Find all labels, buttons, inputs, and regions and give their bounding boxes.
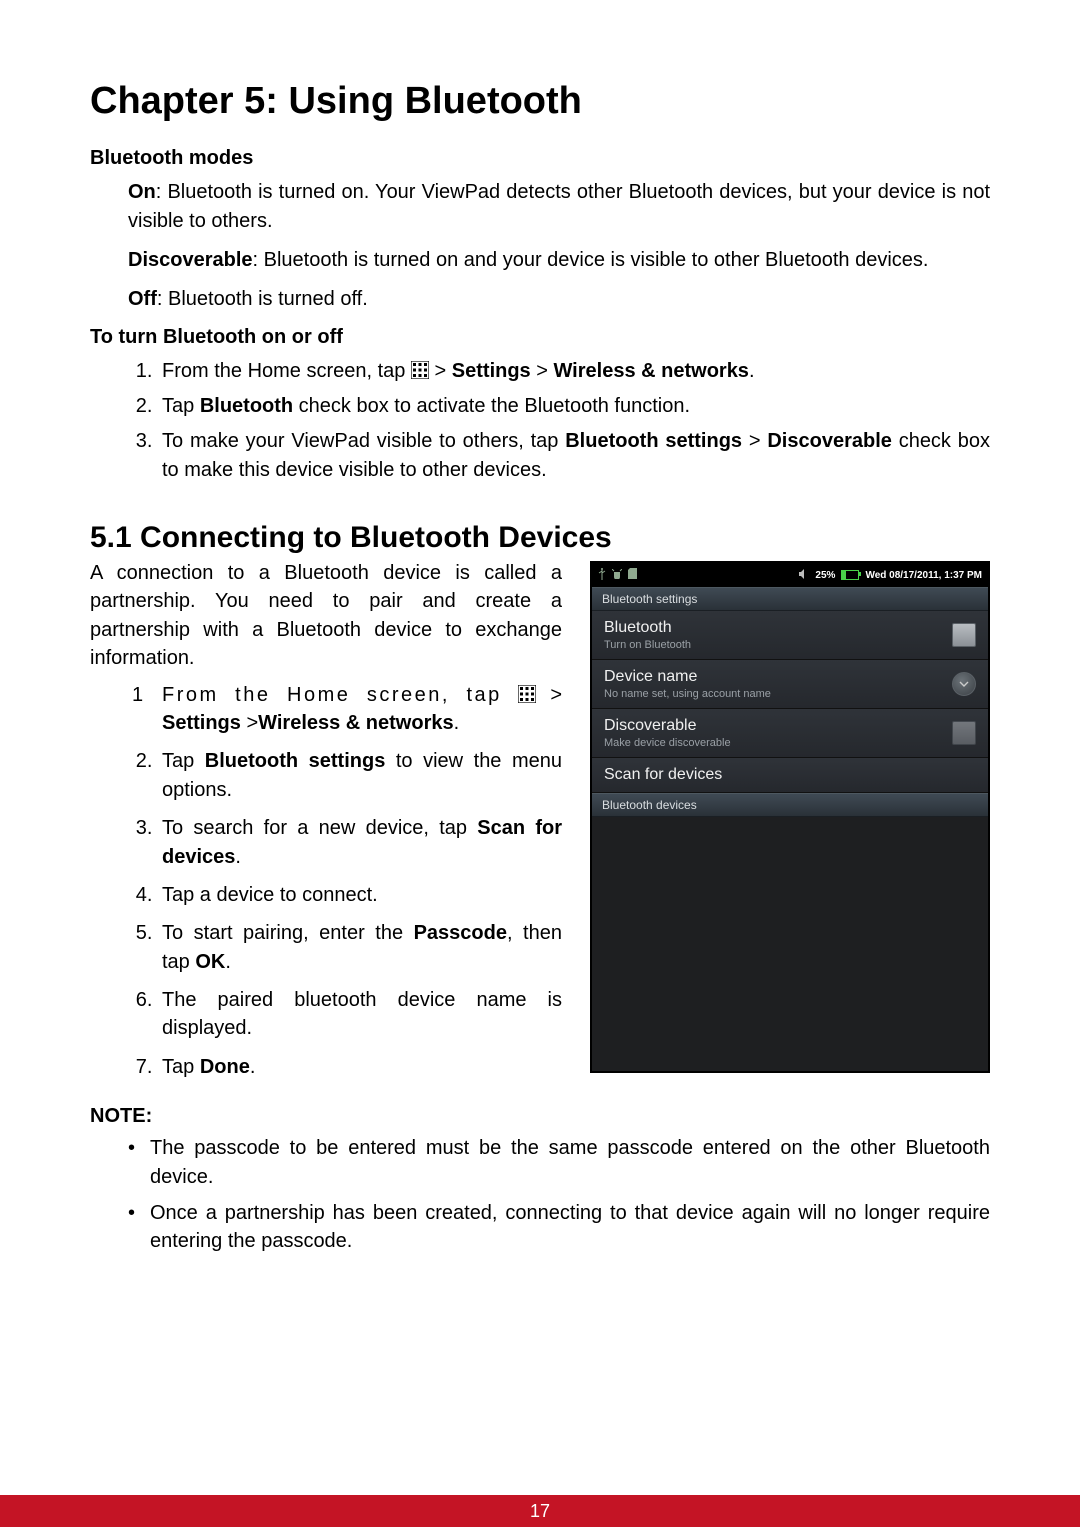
connect-step-1: 1 From the Home screen, tap > Settings >… (158, 681, 562, 738)
bluetooth-modes-block: On: Bluetooth is turned on. Your ViewPad… (128, 178, 990, 314)
section-5-1-title: 5.1 Connecting to Bluetooth Devices (90, 521, 990, 555)
connect-step-3: To search for a new device, tap Scan for… (158, 814, 562, 871)
toggle-step-1-sep1: > (429, 360, 452, 382)
usb-icon (598, 568, 606, 583)
mode-discoverable-text: : Bluetooth is turned on and your device… (253, 249, 929, 271)
bluetooth-settings-screenshot: 25% Wed 08/17/2011, 1:37 PM Bluetooth se… (590, 561, 990, 1073)
bt-row-discoverable-title: Discoverable (604, 717, 731, 735)
chapter-title: Chapter 5: Using Bluetooth (90, 80, 990, 123)
toggle-step-3-b1: Bluetooth settings (565, 430, 742, 452)
note-label-text: NOTE (90, 1105, 146, 1127)
connect-step-3-pre: To search for a new device, tap (162, 817, 477, 839)
status-bar: 25% Wed 08/17/2011, 1:37 PM (592, 563, 988, 587)
bt-row-devicename-sub: No name set, using account name (604, 688, 771, 700)
connect-step-1-b1: Settings (162, 712, 241, 734)
connect-intro: A connection to a Bluetooth device is ca… (90, 559, 562, 673)
status-datetime: Wed 08/17/2011, 1:37 PM (865, 570, 982, 581)
connect-column: A connection to a Bluetooth device is ca… (90, 557, 562, 1091)
checkbox-icon[interactable] (952, 721, 976, 745)
connect-step-2-b: Bluetooth settings (205, 750, 386, 772)
connect-step-7: Tap Done. (158, 1053, 562, 1081)
bt-row-discoverable-sub: Make device discoverable (604, 737, 731, 749)
bt-row-scan[interactable]: Scan for devices (592, 758, 988, 793)
battery-percent: 25% (815, 570, 835, 581)
connect-step-2-pre: Tap (162, 750, 205, 772)
connect-step-4: Tap a device to connect. (158, 881, 562, 909)
connect-step-5-b1: Passcode (414, 922, 507, 944)
connect-step-7-end: . (250, 1056, 256, 1078)
note-colon: : (146, 1105, 153, 1127)
connect-step-5-pre: To start pairing, enter the (162, 922, 414, 944)
bt-header-settings: Bluetooth settings (592, 587, 988, 611)
connect-step-6: The paired bluetooth device name is disp… (158, 986, 562, 1043)
bt-row-devicename-title: Device name (604, 668, 771, 686)
mode-off: Off: Bluetooth is turned off. (128, 285, 990, 314)
mode-off-label: Off (128, 288, 157, 310)
note-list: The passcode to be entered must be the s… (128, 1134, 990, 1256)
toggle-step-2-b: Bluetooth (200, 395, 293, 417)
connect-step-5-end: . (225, 951, 231, 973)
connect-step-1-sep2: > (241, 712, 258, 734)
mode-discoverable-label: Discoverable (128, 249, 253, 271)
mode-on-label: On (128, 181, 156, 203)
page-number: 17 (530, 1501, 550, 1522)
connect-step-2: Tap Bluetooth settings to view the menu … (158, 747, 562, 804)
note-1: The passcode to be entered must be the s… (128, 1134, 990, 1191)
status-right-icons: 25% Wed 08/17/2011, 1:37 PM (799, 569, 982, 582)
adb-icon (612, 569, 622, 582)
bt-row-bluetooth-title: Bluetooth (604, 619, 691, 637)
checkbox-icon[interactable] (952, 623, 976, 647)
chevron-down-icon[interactable] (952, 672, 976, 696)
mode-on-text: : Bluetooth is turned on. Your ViewPad d… (128, 181, 990, 232)
mode-off-text: : Bluetooth is turned off. (157, 288, 368, 310)
connect-step-5-b2: OK (195, 951, 225, 973)
toggle-steps: From the Home screen, tap > Settings > W… (128, 357, 990, 485)
bt-row-bluetooth-sub: Turn on Bluetooth (604, 639, 691, 651)
connect-step-1-pre: From the Home screen, tap (162, 684, 518, 706)
toggle-step-2-pre: Tap (162, 395, 200, 417)
toggle-step-3-b2: Discoverable (767, 430, 892, 452)
connect-step-5: To start pairing, enter the Passcode, th… (158, 919, 562, 976)
connect-step-1-sep: > (536, 684, 562, 706)
toggle-step-3-pre: To make your ViewPad visible to others, … (162, 430, 565, 452)
status-left-icons (598, 568, 637, 583)
bt-row-discoverable[interactable]: Discoverable Make device discoverable (592, 709, 988, 758)
connect-step-1-b2: Wireless & networks (258, 712, 453, 734)
apps-grid-icon (518, 685, 536, 703)
toggle-step-2: Tap Bluetooth check box to activate the … (158, 392, 990, 421)
note-2: Once a partnership has been created, con… (128, 1199, 990, 1256)
connect-step-1-marker: 1 (132, 681, 143, 709)
bt-header-devices: Bluetooth devices (592, 793, 988, 817)
battery-icon (841, 570, 859, 580)
toggle-step-1-b1: Settings (452, 360, 531, 382)
toggle-step-1: From the Home screen, tap > Settings > W… (158, 357, 990, 386)
bt-row-scan-title: Scan for devices (604, 766, 722, 784)
bt-row-devicename[interactable]: Device name No name set, using account n… (592, 660, 988, 709)
toggle-step-1-sep2: > (531, 360, 554, 382)
speaker-icon (799, 569, 809, 582)
toggle-step-3-sep: > (742, 430, 767, 452)
section-heading-toggle: To turn Bluetooth on or off (90, 326, 990, 349)
toggle-step-1-end: . (749, 360, 755, 382)
toggle-step-1-b2: Wireless & networks (553, 360, 748, 382)
mode-discoverable: Discoverable: Bluetooth is turned on and… (128, 246, 990, 275)
two-column-layout: A connection to a Bluetooth device is ca… (90, 557, 990, 1091)
connect-step-7-pre: Tap (162, 1056, 200, 1078)
connect-step-1-end: . (454, 712, 460, 734)
connect-step-7-b: Done (200, 1056, 250, 1078)
section-heading-modes: Bluetooth modes (90, 147, 990, 170)
toggle-step-1-pre: From the Home screen, tap (162, 360, 411, 382)
bt-row-bluetooth[interactable]: Bluetooth Turn on Bluetooth (592, 611, 988, 660)
apps-grid-icon (411, 361, 429, 379)
document-page: Chapter 5: Using Bluetooth Bluetooth mod… (0, 0, 1080, 1527)
bt-devices-empty (592, 817, 988, 1071)
connect-step-3-end: . (235, 846, 241, 868)
sd-card-icon (628, 568, 637, 582)
toggle-step-2-post: check box to activate the Bluetooth func… (293, 395, 690, 417)
page-footer: 17 (0, 1495, 1080, 1527)
mode-on: On: Bluetooth is turned on. Your ViewPad… (128, 178, 990, 236)
note-label: NOTE: (90, 1105, 990, 1128)
toggle-step-3: To make your ViewPad visible to others, … (158, 427, 990, 485)
